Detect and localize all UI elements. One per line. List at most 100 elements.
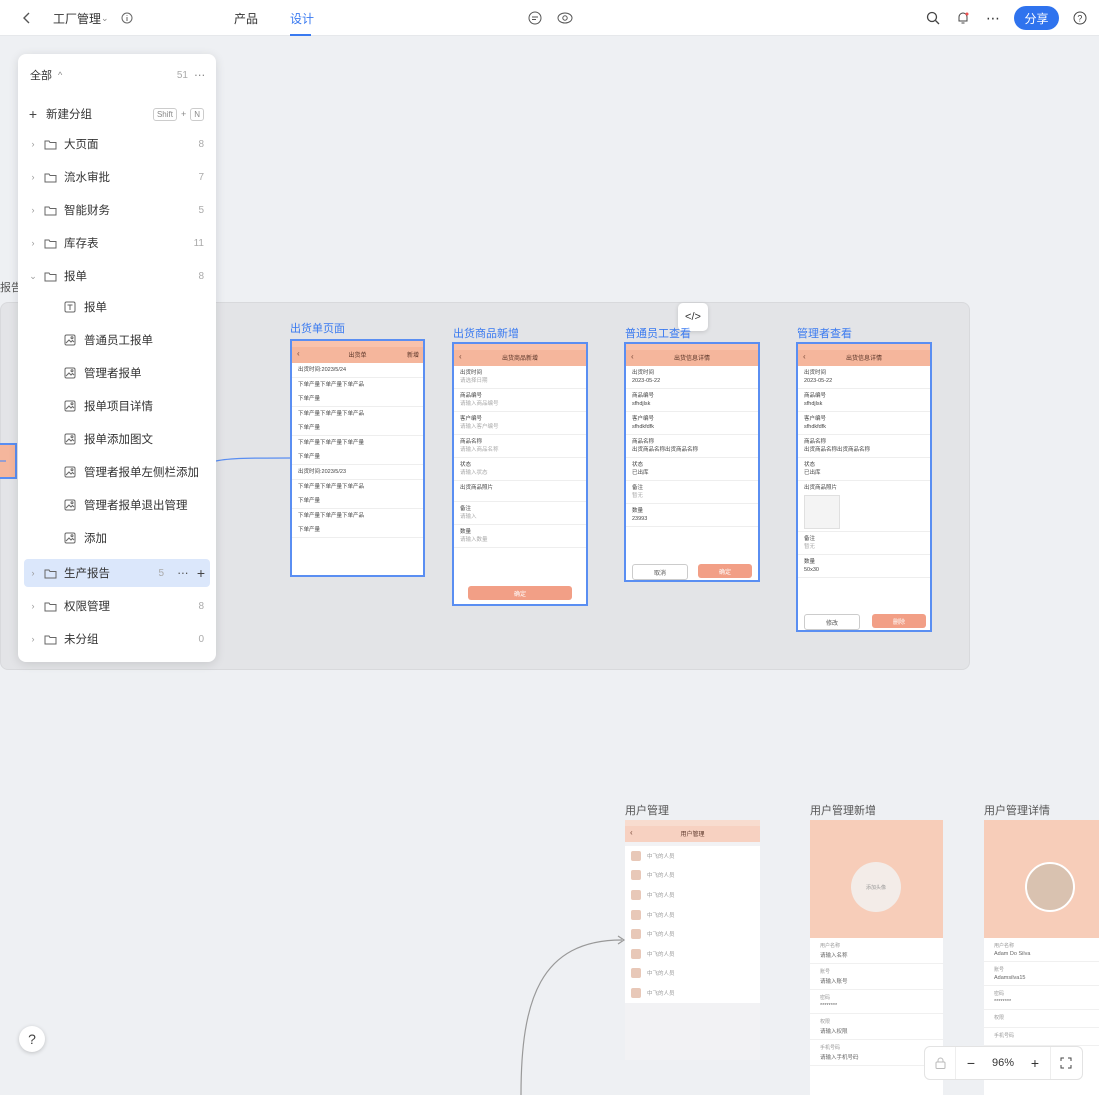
frame-title[interactable]: 普通员工查看: [625, 325, 691, 341]
field-value: sfhdjlsk: [632, 401, 651, 407]
group-label: 未分组: [64, 634, 99, 646]
group-label: 生产报告: [64, 568, 110, 580]
edit-button[interactable]: 修改: [804, 614, 860, 630]
avatar-header: 添加头像: [810, 820, 943, 938]
zoom-out-button[interactable]: −: [956, 1047, 986, 1079]
field-label: 账号: [820, 969, 831, 975]
detail-field: 状态 已出库: [626, 458, 758, 481]
group-item[interactable]: › 流水审批 7: [24, 163, 210, 191]
frame-nav-title: 出货信息详情: [673, 356, 710, 362]
user-name: 中飞的人员: [647, 873, 675, 880]
fullscreen-icon[interactable]: [1050, 1047, 1081, 1079]
add-page-icon[interactable]: +: [192, 565, 210, 581]
phone-frame-shipping-list[interactable]: ‹ 出货单 新增 出货时间:2023/5/24 下单产量下单产量下单产品 下单产量…: [290, 339, 425, 577]
detail-field: 商品编号 sfhdjlsk: [626, 389, 758, 412]
field-label: 客户编号: [804, 416, 827, 422]
page-item[interactable]: 报单添加图文: [24, 425, 210, 453]
group-item-expanded[interactable]: ⌄ 报单 8: [24, 262, 210, 290]
field-value[interactable]: 请输入权限: [820, 1027, 933, 1035]
field-label: 密码: [994, 991, 1005, 997]
chevron-right-icon[interactable]: ›: [24, 238, 42, 248]
zoom-level[interactable]: 96%: [986, 1047, 1020, 1079]
field-label: 备注: [460, 506, 472, 512]
page-item[interactable]: 添加: [24, 524, 210, 552]
folder-icon: [42, 634, 58, 645]
detail-field: 商品编号 sfhdjlsk: [798, 389, 930, 412]
group-item[interactable]: › 未分组 0: [24, 625, 210, 653]
list-item: 出货时间:2023/5/24: [292, 363, 423, 378]
confirm-button[interactable]: 确定: [698, 564, 752, 578]
more-icon[interactable]: ⋯: [174, 566, 192, 580]
frame-title[interactable]: 出货单页面: [290, 320, 345, 336]
page-item[interactable]: 管理者报单: [24, 359, 210, 387]
frame-title[interactable]: 用户管理详情: [984, 802, 1050, 818]
field-label: 客户编号: [460, 416, 483, 422]
chevron-right-icon[interactable]: ›: [24, 139, 42, 149]
list-item: 下单产量下单产量下单产量: [298, 440, 365, 446]
user-name: 中飞的人员: [647, 971, 675, 978]
panel-header[interactable]: 全部 ^ 51 ⋯: [24, 61, 210, 89]
confirm-button[interactable]: 确定: [468, 586, 572, 600]
detail-field: 客户编号 sfhdkfdfk: [798, 412, 930, 435]
group-item[interactable]: › 库存表 11: [24, 229, 210, 257]
phone-frame-shipping-add[interactable]: ‹ 出货商品新增 出货时间 请选择日期 商品编号 请输入商品编号 客户编号 请输入客户编…: [452, 342, 588, 606]
group-label: 库存表: [64, 238, 99, 250]
page-item[interactable]: 管理者报单退出管理: [24, 491, 210, 519]
page-item[interactable]: 管理者报单左侧栏添加: [24, 458, 210, 486]
field-label: 出货时间: [460, 370, 483, 376]
phone-frame-employee-view[interactable]: ‹ 出货信息详情 出货时间 2023-05-22 商品编号 sfhdjlsk 客户编号…: [624, 342, 760, 582]
lock-icon[interactable]: [925, 1047, 956, 1079]
user-name: 中飞的人员: [647, 990, 675, 997]
frame-title[interactable]: 管理者查看: [797, 325, 852, 341]
frame-title[interactable]: 出货商品新增: [453, 325, 519, 341]
field-value: 暂无: [804, 544, 816, 550]
chevron-right-icon[interactable]: ›: [24, 172, 42, 182]
delete-button[interactable]: 删除: [872, 614, 926, 628]
field-value[interactable]: ********: [820, 1003, 933, 1009]
page-item[interactable]: 普通员工报单: [24, 326, 210, 354]
frame-title[interactable]: 用户管理新增: [810, 802, 876, 818]
list-item: 下单产量下单产量下单产品: [298, 382, 365, 388]
field-value[interactable]: 请输入账号: [820, 977, 933, 985]
avatar-header: [984, 820, 1099, 938]
chevron-right-icon[interactable]: ›: [24, 568, 42, 578]
phone-frame-manager-view[interactable]: ‹ 出货信息详情 出货时间 2023-05-22 商品编号 sfhdjlsk 客户编号…: [796, 342, 932, 632]
more-icon[interactable]: ⋯: [194, 68, 210, 82]
help-button[interactable]: ?: [19, 1026, 45, 1052]
frame-title[interactable]: 用户管理: [625, 802, 669, 818]
chevron-right-icon[interactable]: ›: [24, 601, 42, 611]
field-value[interactable]: 请输入手机号码: [820, 1053, 933, 1061]
chevron-right-icon[interactable]: ›: [24, 205, 42, 215]
zoom-in-button[interactable]: +: [1020, 1047, 1050, 1079]
form-field: 备注 请输入: [454, 502, 586, 525]
page-item[interactable]: 报单项目详情: [24, 392, 210, 420]
image-page-icon: [62, 400, 78, 412]
group-item-selected[interactable]: › 生产报告 5 ⋯ +: [24, 559, 210, 587]
image-page-icon: [62, 532, 78, 544]
group-item[interactable]: › 智能财务 5: [24, 196, 210, 224]
list-item: 下单产量: [292, 392, 423, 407]
new-group-button[interactable]: + 新建分组 Shift + N: [24, 100, 210, 128]
group-item[interactable]: › 大页面 8: [24, 130, 210, 158]
user-name: 中飞的人员: [647, 932, 675, 939]
frame-nav-title: 用户管理: [680, 832, 705, 838]
folder-icon: [42, 139, 58, 150]
detail-field: 数量 23993: [626, 504, 758, 527]
chevron-down-icon[interactable]: ⌄: [24, 271, 42, 282]
field-value: 已出库: [804, 470, 821, 476]
field-value: 请输入数量: [460, 537, 488, 543]
page-label: 报单项目详情: [84, 401, 153, 413]
field-label: 手机号码: [994, 1033, 1015, 1039]
field-label: 备注: [632, 485, 644, 491]
chevron-up-icon[interactable]: ^: [58, 70, 62, 80]
field-value[interactable]: 请输入名称: [820, 951, 933, 959]
cancel-button[interactable]: 取消: [632, 564, 688, 580]
avatar-placeholder[interactable]: 添加头像: [851, 862, 901, 912]
detail-field: 商品名称 出货商品名称出货商品名称: [798, 435, 930, 458]
page-item[interactable]: 报单: [24, 293, 210, 321]
chevron-right-icon[interactable]: ›: [24, 634, 42, 644]
phone-frame-user-list[interactable]: ‹ 用户管理 中飞的人员 中飞的人员 中飞的人员 中飞的人员 中飞的人员 中飞的人…: [625, 820, 760, 1060]
detail-field: 客户编号 sfhdkfdfk: [626, 412, 758, 435]
detail-field: 出货时间 2023-05-22: [798, 366, 930, 389]
group-item[interactable]: › 权限管理 8: [24, 592, 210, 620]
